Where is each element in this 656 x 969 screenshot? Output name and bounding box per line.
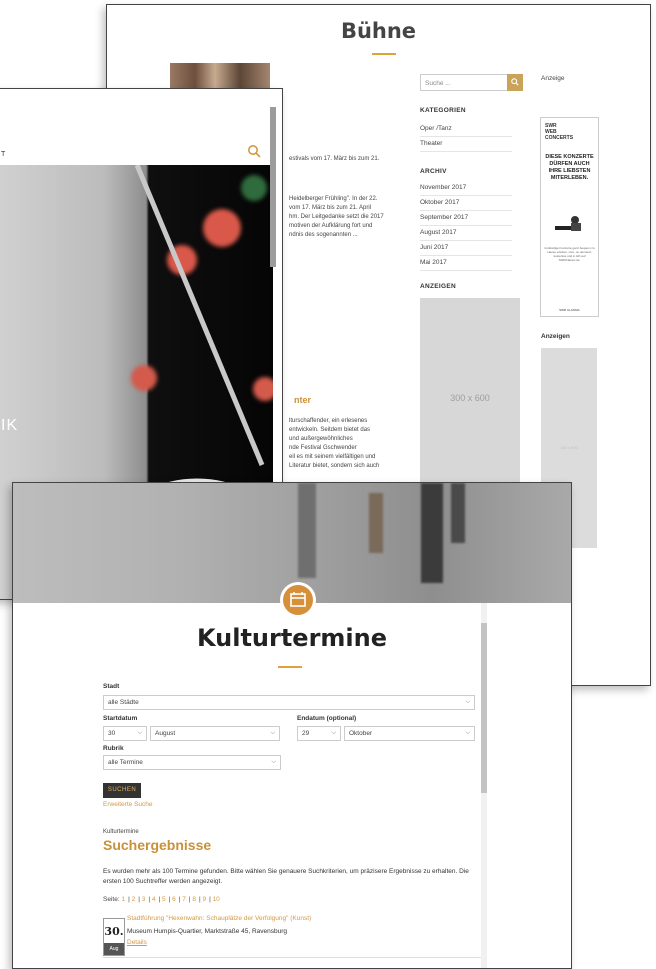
section-heading[interactable]: nter — [294, 395, 311, 405]
page-link-10[interactable]: 10 — [213, 896, 220, 903]
article-line: entwickeln. Seitdem bietet das — [289, 427, 371, 433]
swr-classic-logo: SWR CLASSIC — [559, 308, 580, 312]
chevron-down-icon: ⌵ — [465, 730, 470, 736]
page-link-1[interactable]: 1 — [121, 896, 125, 903]
enddate-label: Endatum (optional) — [297, 715, 357, 722]
event-location: Museum Humpis-Quartier, Marktstraße 45, … — [127, 928, 288, 935]
chevron-down-icon: ⌵ — [331, 730, 336, 736]
hero-overlay-text: IK — [1, 417, 19, 434]
section-kicker: Kulturtermine — [103, 829, 139, 835]
event-title-link[interactable]: Stadtführung "Hexenwahn: Schauplätze der… — [127, 915, 311, 922]
end-day-select[interactable]: 29 ⌵ — [297, 726, 341, 741]
article-teaser-1: estivals vom 17. März bis zum 21. — [289, 156, 380, 162]
page-link-8[interactable]: 8 — [192, 896, 196, 903]
pagination-label: Seite: — [103, 896, 120, 903]
page-link-5[interactable]: 5 — [162, 896, 166, 903]
ads-heading: ANZEIGEN — [420, 283, 456, 290]
title-underline — [278, 666, 302, 668]
article-line: motiven der Aufklärung fort und — [289, 223, 373, 229]
article-line: Heidelberger Frühling". In der 22. — [289, 196, 378, 202]
archive-item[interactable]: September 2017 — [420, 211, 512, 226]
article-line: eil es mit seinem vielfältigen und — [289, 454, 376, 460]
end-month-value: Oktober — [349, 730, 373, 737]
sidebar-search-input[interactable]: Suche ... — [420, 74, 508, 91]
city-select[interactable]: alle Städte ⌵ — [103, 695, 475, 710]
nav-item[interactable]: T — [1, 151, 5, 158]
city-select-value: alle Städte — [108, 699, 139, 706]
archive-heading: ARCHIV — [420, 168, 447, 175]
category-select[interactable]: alle Termine ⌵ — [103, 755, 281, 770]
scrollbar-thumb[interactable] — [270, 107, 276, 267]
category-select-value: alle Termine — [108, 759, 143, 766]
startdate-label: Startdatum — [103, 715, 138, 722]
kulturtermine-window: Kulturtermine Stadt alle Städte ⌵ Startd… — [12, 482, 572, 969]
end-month-select[interactable]: Oktober ⌵ — [344, 726, 475, 741]
archive-item[interactable]: November 2017 — [420, 181, 512, 196]
article-line: ndnis des sogenannten ... — [289, 232, 358, 238]
page-link-7[interactable]: 7 — [182, 896, 186, 903]
archive-item[interactable]: Mai 2017 — [420, 256, 512, 271]
article-teaser-2: Heidelberger Frühling". In der 22. vom 1… — [289, 195, 384, 240]
page-link-6[interactable]: 6 — [172, 896, 176, 903]
page-link-3[interactable]: 3 — [142, 896, 146, 903]
ads-right-heading: Anzeigen — [541, 333, 570, 340]
category-item[interactable]: Oper /Tanz — [420, 122, 512, 137]
article-line: vom 17. März bis zum 21. April — [289, 205, 372, 211]
archive-item[interactable]: Oktober 2017 — [420, 196, 512, 211]
pagination: Seite: 1 | 2 | 3 | 4 | 5 | 6 | 7 | 8 | 9 | 10 — [103, 896, 220, 903]
start-month-value: August — [155, 730, 176, 737]
search-icon[interactable] — [247, 144, 261, 158]
event-day: 30. — [104, 925, 124, 938]
archive-item[interactable]: August 2017 — [420, 226, 512, 241]
page-link-4[interactable]: 4 — [152, 896, 156, 903]
ad-placeholder-300x600[interactable]: 300 x 600 — [420, 298, 520, 498]
search-button[interactable]: SUCHEN — [103, 783, 141, 798]
article-line: Literatur bietet, sondern sich auch — [289, 463, 380, 469]
search-icon[interactable] — [507, 74, 523, 91]
page-link-9[interactable]: 9 — [202, 896, 206, 903]
archive-list: November 2017 Oktober 2017 September 201… — [420, 181, 512, 271]
divider — [103, 957, 481, 958]
category-item[interactable]: Theater — [420, 137, 512, 152]
end-day-value: 29 — [302, 730, 310, 737]
advanced-search-link[interactable]: Erweiterte Suche — [103, 801, 153, 808]
chevron-down-icon: ⌵ — [137, 730, 142, 736]
categories-list: Oper /Tanz Theater — [420, 122, 512, 152]
article-line: lturschaffender, ein erlesenes — [289, 418, 368, 424]
person-laptop-icon — [555, 216, 581, 231]
chevron-down-icon: ⌵ — [271, 759, 276, 765]
chevron-down-icon: ⌵ — [270, 730, 275, 736]
swr-headline: DIESE KONZERTE DÜRFEN AUCH IHRE LIEBSTEN… — [545, 154, 594, 181]
title-underline — [372, 53, 396, 55]
page-link-2[interactable]: 2 — [132, 896, 136, 903]
archive-item[interactable]: Juni 2017 — [420, 241, 512, 256]
categories-heading: KATEGORIEN — [420, 107, 466, 114]
start-month-select[interactable]: August ⌵ — [150, 726, 280, 741]
article-teaser-3: lturschaffender, ein erlesenes entwickel… — [289, 417, 379, 471]
scrollbar-thumb[interactable] — [481, 623, 487, 793]
event-month: Aug — [104, 943, 124, 955]
category-label: Rubrik — [103, 745, 124, 752]
buehne-title: Bühne — [340, 19, 417, 43]
article-line: und außergewöhnliches — [289, 436, 353, 442]
start-day-select[interactable]: 30 ⌵ — [103, 726, 147, 741]
swr-ad-banner[interactable]: SWR WEB CONCERTS DIESE KONZERTE DÜRFEN A… — [540, 117, 599, 317]
swr-logo: SWR WEB CONCERTS — [545, 123, 574, 141]
article-line: nde Festival Gschwender — [289, 445, 357, 451]
results-title: Suchergebnisse — [103, 837, 212, 853]
city-label: Stadt — [103, 683, 120, 690]
article-line: hm. Der Leitgedanke setzt die 2017 — [289, 214, 384, 220]
start-day-value: 30 — [108, 730, 116, 737]
page-title: Kulturtermine — [196, 624, 388, 652]
swr-small-text: Großartige Konzerte ganz bequem zu Hause… — [544, 246, 595, 262]
event-date-badge: 30. Aug — [103, 918, 125, 956]
chevron-down-icon: ⌵ — [465, 699, 470, 705]
results-info-text: Es wurden mehr als 100 Termine gefunden.… — [103, 868, 469, 885]
ad-label: Anzeige — [541, 75, 565, 82]
site-header: T — [0, 89, 282, 159]
calendar-icon — [283, 585, 313, 615]
event-details-link[interactable]: Details — [127, 939, 147, 946]
